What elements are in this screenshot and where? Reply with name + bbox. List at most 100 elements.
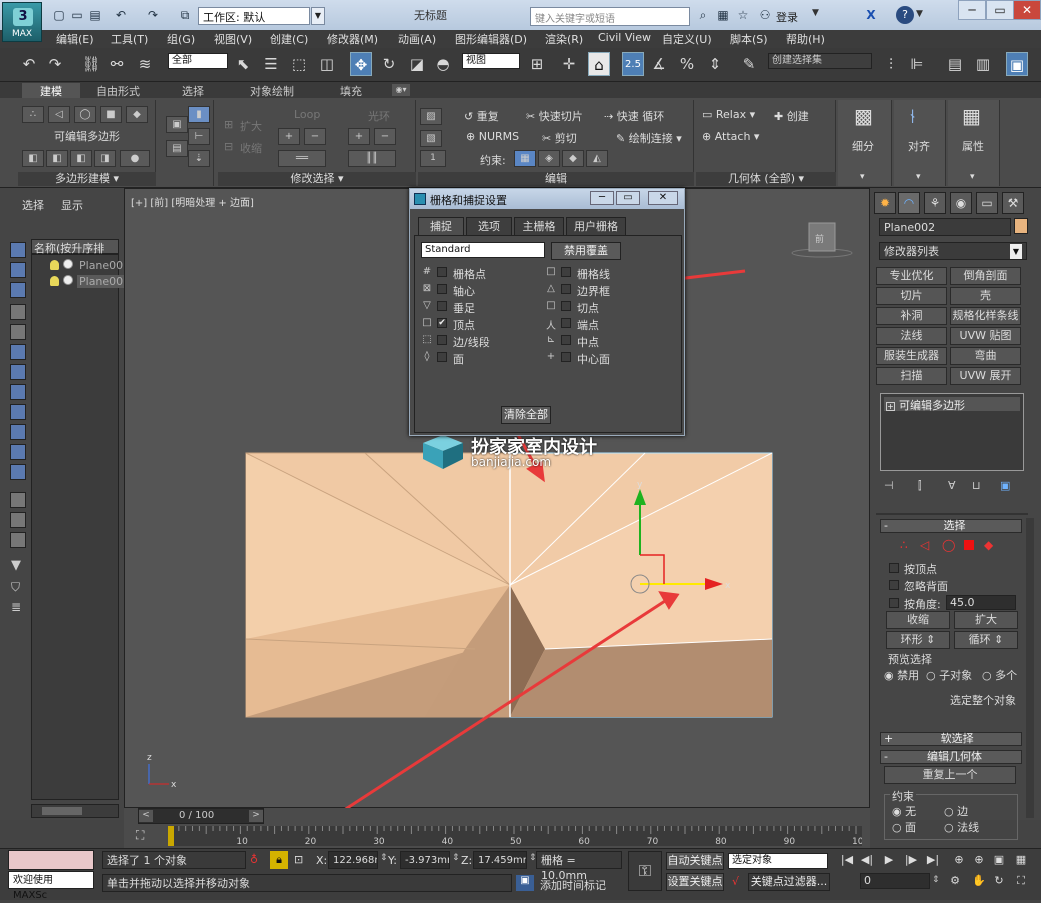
time-prev-icon[interactable]: < <box>139 810 153 822</box>
snap-toggle-icon[interactable]: 2.5 <box>622 52 644 76</box>
loop-button[interactable]: 循环 ⇕ <box>954 631 1018 649</box>
scene-tool-1-icon[interactable] <box>10 242 26 258</box>
rect-selection-icon[interactable]: ⬚ <box>288 52 310 76</box>
loop-grow-icon[interactable]: + <box>278 128 300 145</box>
login-dropdown-icon[interactable]: ▼ <box>812 8 819 18</box>
shrink-button[interactable]: 收缩 <box>886 611 950 629</box>
snap-checkbox[interactable] <box>561 267 571 277</box>
maximize-viewport-icon[interactable]: ⛶ <box>1012 873 1030 889</box>
light-bulb-icon[interactable] <box>50 276 59 286</box>
time-cursor[interactable] <box>168 826 174 846</box>
menu-rendering[interactable]: 渲染(R) <box>545 31 583 47</box>
command-panel-scrollbar[interactable] <box>1026 518 1034 818</box>
time-config-icon[interactable]: ⚙ <box>946 873 964 889</box>
edit-tool-1-icon[interactable]: ▨ <box>420 108 442 125</box>
prev-frame-icon[interactable]: ◀| <box>858 852 876 868</box>
align-icon[interactable]: ⊫ <box>906 52 928 76</box>
modifier-button[interactable]: 倒角剖面 <box>950 267 1021 285</box>
ribbon-tab-modeling[interactable]: 建模 <box>22 83 80 98</box>
snap-checkbox[interactable]: ✔ <box>437 318 447 328</box>
scene-tool-14-icon[interactable] <box>10 512 26 528</box>
selection-rollout-header[interactable]: - 选择 <box>880 519 1022 533</box>
hierarchy-tab-icon[interactable]: ⚘ <box>924 192 946 214</box>
ribbon-tab-object-paint[interactable]: 对象绘制 <box>232 83 312 98</box>
stack-tool-3-icon[interactable]: ⊢ <box>188 128 210 145</box>
dialog-maximize-icon[interactable]: ▭ <box>616 191 640 205</box>
object-color-swatch[interactable] <box>1014 218 1028 234</box>
vertex-mode-icon[interactable]: ∴ <box>22 106 44 123</box>
modifier-button[interactable]: 壳 <box>950 287 1021 305</box>
modifier-button[interactable]: UVW 展开 <box>950 367 1021 385</box>
snap-checkbox[interactable] <box>437 301 447 311</box>
app-logo[interactable]: 3 MAX <box>2 2 42 42</box>
user-icon[interactable]: ⚇ <box>758 8 772 22</box>
modifier-button[interactable]: UVW 贴图 <box>950 327 1021 345</box>
modifier-button[interactable]: 法线 <box>876 327 947 345</box>
pin-stack-icon[interactable]: ⊣ <box>884 479 894 492</box>
stack-tool-1-icon[interactable]: ▣ <box>166 116 188 133</box>
menu-views[interactable]: 视图(V) <box>214 31 252 47</box>
y-spinner-icon[interactable]: ⇕ <box>452 853 460 863</box>
constraint-edge-radio[interactable]: ○ 边 <box>944 803 968 819</box>
remove-modifier-icon[interactable]: ⊔ <box>972 479 981 492</box>
layer-icon[interactable]: ≣ <box>11 600 21 614</box>
snap-checkbox[interactable] <box>437 335 447 345</box>
constraint-face-radio[interactable]: ○ 面 <box>892 819 916 835</box>
polygon-mode-icon[interactable]: ■ <box>100 106 122 123</box>
ribbon-tab-selection[interactable]: 选择 <box>164 83 222 98</box>
constraint-edge-icon[interactable]: ◈ <box>538 150 560 167</box>
ribbon-cut[interactable]: ✂ 剪切 <box>542 130 577 146</box>
menu-customize[interactable]: 自定义(U) <box>662 31 712 47</box>
scene-hscrollbar[interactable] <box>31 804 119 818</box>
minimize-icon[interactable]: ─ <box>958 0 986 20</box>
scene-tool-3-icon[interactable] <box>10 282 26 298</box>
ribbon-nurms[interactable]: ⊕ NURMS <box>466 130 519 143</box>
ribbon-properties[interactable]: ▦ 属性 ▾ <box>948 100 1000 186</box>
dialog-tab-user-grids[interactable]: 用户栅格 <box>566 217 626 236</box>
x-coordinate-field[interactable]: 122.968mm <box>328 851 378 869</box>
next-frame-icon[interactable]: |▶ <box>902 852 920 868</box>
align-dropdown-icon[interactable]: ▾ <box>916 172 921 182</box>
stack-item-editable-poly[interactable]: + 可编辑多边形 <box>884 397 1020 412</box>
ring-button[interactable]: 环形 ⇕ <box>886 631 950 649</box>
element-mode-icon[interactable]: ◆ <box>126 106 148 123</box>
edit-group-label[interactable]: 编辑 <box>418 172 694 186</box>
maxscript-listener-top[interactable] <box>8 850 94 870</box>
selection-lock-icon[interactable]: 🔒︎ <box>270 851 288 869</box>
snap-checkbox[interactable] <box>561 335 571 345</box>
constraint-normal-icon[interactable]: ◭ <box>586 150 608 167</box>
create-tab-icon[interactable]: ✹ <box>874 192 896 214</box>
angle-snap-icon[interactable]: ∡ <box>648 52 670 76</box>
place-icon[interactable]: ◓ <box>432 52 454 76</box>
configure-sets-icon[interactable]: ▣ <box>1000 479 1010 492</box>
scene-tool-10-icon[interactable] <box>10 424 26 440</box>
poly-tool-4-icon[interactable]: ◨ <box>94 150 116 167</box>
ribbon-relax[interactable]: ▭ Relax ▾ <box>702 108 755 121</box>
z-coordinate-field[interactable]: 17.459mm <box>473 851 527 869</box>
filter-options-icon[interactable]: ⛉ <box>11 580 20 595</box>
time-tag-icon[interactable]: ▣ <box>516 875 534 891</box>
redo-icon[interactable]: ↷ <box>44 52 66 76</box>
save-file-icon[interactable]: ▤ <box>88 8 102 22</box>
poly-tool-5-icon[interactable]: ● <box>120 150 150 167</box>
select-move-icon[interactable]: ✥ <box>350 52 372 76</box>
ribbon-repeat[interactable]: ↺ 重复 <box>464 108 499 124</box>
constraint-normal-radio[interactable]: ○ 法线 <box>944 819 979 835</box>
isolate-icon[interactable]: ♁ <box>250 853 258 866</box>
ribbon-attach[interactable]: ⊕ Attach ▾ <box>702 130 759 143</box>
modifier-button[interactable]: 补洞 <box>876 307 947 325</box>
snap-checkbox[interactable] <box>561 301 571 311</box>
poly-tool-3-icon[interactable]: ◧ <box>70 150 92 167</box>
show-end-result-icon[interactable]: ⫿ <box>918 479 922 493</box>
override-off-button[interactable]: 禁用覆盖 <box>551 242 621 260</box>
layer-explorer-icon[interactable]: ▤ <box>944 52 966 76</box>
snap-checkbox[interactable] <box>437 352 447 362</box>
dialog-tab-options[interactable]: 选项 <box>466 217 512 236</box>
repeat-last-button[interactable]: 重复上一个 <box>884 766 1016 784</box>
border-subobject-icon[interactable]: ◯ <box>942 538 955 552</box>
menu-tools[interactable]: 工具(T) <box>111 31 148 47</box>
by-vertex-checkbox[interactable] <box>889 563 899 573</box>
menu-civil-view[interactable]: Civil View <box>598 31 651 44</box>
make-unique-icon[interactable]: ∀ <box>948 479 956 492</box>
stack-tool-2-icon[interactable]: ▮ <box>188 106 210 123</box>
